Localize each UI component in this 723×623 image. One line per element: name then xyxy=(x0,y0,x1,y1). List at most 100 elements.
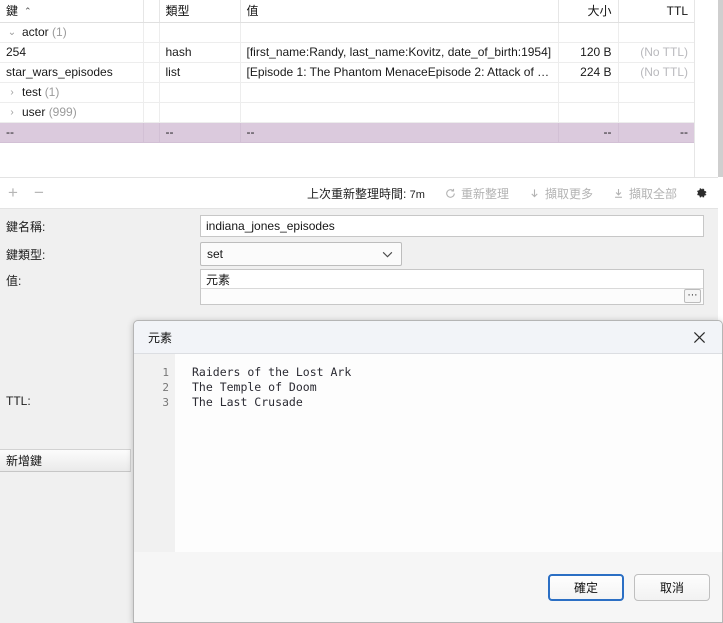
open-elements-editor-button[interactable]: ⋯ xyxy=(684,289,701,303)
row-key-cell[interactable]: 254 xyxy=(0,42,144,63)
row-key-count: (999) xyxy=(48,105,77,119)
column-header-size-label: 大小 xyxy=(587,4,612,19)
key-type-label: 鍵類型: xyxy=(6,247,46,262)
dialog-title: 元素 xyxy=(148,330,173,345)
row-type-cell xyxy=(159,22,241,43)
table-vertical-scrollbar[interactable] xyxy=(718,0,723,177)
column-header-ttl[interactable]: TTL xyxy=(618,0,694,23)
column-header-ttl-label: TTL xyxy=(666,3,688,18)
close-icon[interactable] xyxy=(688,326,710,348)
dialog-titlebar: 元素 xyxy=(134,321,722,354)
row-size-cell: -- xyxy=(558,122,619,143)
value-elements-header: 元素 xyxy=(201,270,703,289)
last-refresh-value: 7m xyxy=(409,188,425,201)
row-type-cell xyxy=(159,102,241,123)
table-row[interactable]: › user (999) xyxy=(0,102,694,123)
column-header-key[interactable]: 鍵 ⌃ xyxy=(0,0,144,23)
sort-ascending-icon: ⌃ xyxy=(24,6,32,17)
tree-expander-icon[interactable]: ⌄ xyxy=(6,27,18,38)
editor-code-area[interactable]: Raiders of the Lost Ark The Temple of Do… xyxy=(175,354,722,585)
line-number: 1 xyxy=(162,366,169,379)
row-value-cell: [first_name:Randy, last_name:Kovitz, dat… xyxy=(240,42,559,63)
key-table-header: 鍵 ⌃ 類型 值 大小 TTL xyxy=(0,0,694,23)
row-size-cell: 224 B xyxy=(558,62,619,83)
key-type-row: 鍵類型: set xyxy=(0,242,718,266)
key-name-row: 鍵名稱: indiana_jones_episodes xyxy=(0,215,718,237)
row-key-label: test xyxy=(22,85,42,99)
key-table-body: ⌄ actor (1) 254 hash [first_name:Randy, l… xyxy=(0,22,694,143)
row-key-cell[interactable]: -- xyxy=(0,122,144,143)
editor-line: Raiders of the Lost Ark xyxy=(192,365,352,379)
row-key-cell[interactable]: star_wars_episodes xyxy=(0,62,144,83)
column-header-spacer xyxy=(143,0,160,23)
row-key-cell[interactable]: ⌄ actor (1) xyxy=(0,22,144,43)
fetch-all-label: 擷取全部 xyxy=(628,186,677,201)
add-key-button[interactable]: 新增鍵 xyxy=(0,449,131,472)
tree-expander-icon[interactable]: › xyxy=(6,87,18,98)
key-type-select[interactable]: set xyxy=(200,242,402,266)
app-root: 鍵 ⌃ 類型 值 大小 TTL ⌄ actor (1) 254 hash [fi… xyxy=(0,0,723,623)
key-table: 鍵 ⌃ 類型 值 大小 TTL ⌄ actor (1) 254 hash [fi… xyxy=(0,0,694,143)
chevron-down-icon xyxy=(382,247,393,261)
row-spacer-cell xyxy=(143,102,160,123)
gear-icon xyxy=(697,187,707,197)
tree-expander-icon[interactable]: › xyxy=(6,107,18,118)
ok-button[interactable]: 確定 xyxy=(548,573,624,601)
row-key-cell[interactable]: › test (1) xyxy=(0,82,144,103)
fetch-all-button[interactable]: 擷取全部 xyxy=(613,185,677,202)
editor-line: The Last Crusade xyxy=(192,395,303,409)
table-row[interactable]: 254 hash [first_name:Randy, last_name:Ko… xyxy=(0,42,694,63)
row-ttl-cell xyxy=(618,82,694,103)
elements-editor-dialog: 元素 1 2 3 Raiders of the Lost Ark The Tem… xyxy=(133,320,723,623)
arrow-down-to-bar-icon xyxy=(613,188,624,199)
cancel-button[interactable]: 取消 xyxy=(634,573,710,601)
key-name-label: 鍵名稱: xyxy=(6,219,46,234)
add-key-icon-button[interactable]: + xyxy=(0,180,26,206)
dialog-footer: 確定 取消 xyxy=(134,552,722,622)
key-table-region: 鍵 ⌃ 類型 值 大小 TTL ⌄ actor (1) 254 hash [fi… xyxy=(0,0,718,177)
row-size-cell xyxy=(558,102,619,123)
line-number: 2 xyxy=(162,381,169,394)
row-key-label: star_wars_episodes xyxy=(6,65,113,79)
row-type-cell: hash xyxy=(159,42,241,63)
column-header-value[interactable]: 值 xyxy=(240,0,559,23)
row-spacer-cell xyxy=(143,122,160,143)
key-toolbar: + − 上次重新整理時間: 7m 重新整理 擷取更多 擷取全部 xyxy=(0,177,718,209)
refresh-label: 重新整理 xyxy=(460,186,509,201)
row-ttl-cell: (No TTL) xyxy=(618,42,694,63)
row-value-cell xyxy=(240,82,559,103)
key-name-input[interactable]: indiana_jones_episodes xyxy=(200,215,704,237)
row-key-count: (1) xyxy=(52,25,67,39)
column-header-type[interactable]: 類型 xyxy=(159,0,241,23)
bottom-left-fill xyxy=(0,472,131,623)
row-type-cell: -- xyxy=(159,122,241,143)
settings-gear-button[interactable] xyxy=(695,187,708,200)
table-row[interactable]: ⌄ actor (1) xyxy=(0,22,694,43)
row-ttl-cell xyxy=(618,22,694,43)
column-header-size[interactable]: 大小 xyxy=(558,0,619,23)
value-label: 值: xyxy=(6,274,22,288)
editor-line-number-gutter: 1 2 3 xyxy=(134,354,175,585)
column-header-type-label: 類型 xyxy=(165,4,190,19)
line-number: 3 xyxy=(162,396,169,409)
remove-key-icon-button[interactable]: − xyxy=(26,180,52,206)
table-row-selected[interactable]: -- -- -- -- -- xyxy=(0,122,694,143)
row-size-cell xyxy=(558,82,619,103)
table-row[interactable]: › test (1) xyxy=(0,82,694,103)
table-row[interactable]: star_wars_episodes list [Episode 1: The … xyxy=(0,62,694,83)
table-right-gutter xyxy=(694,0,718,177)
key-type-value: set xyxy=(207,247,224,261)
refresh-button[interactable]: 重新整理 xyxy=(445,185,509,202)
row-ttl-cell: (No TTL) xyxy=(618,62,694,83)
row-size-cell: 120 B xyxy=(558,42,619,63)
value-elements-box: 元素 ⋯ xyxy=(200,269,704,305)
row-key-label: user xyxy=(22,105,46,119)
row-value-cell xyxy=(240,22,559,43)
arrow-down-icon xyxy=(529,188,540,199)
row-ttl-cell: -- xyxy=(618,122,694,143)
value-elements-body[interactable]: ⋯ xyxy=(201,289,703,304)
row-key-cell[interactable]: › user (999) xyxy=(0,102,144,123)
row-type-cell xyxy=(159,82,241,103)
fetch-more-button[interactable]: 擷取更多 xyxy=(529,185,593,202)
fetch-more-label: 擷取更多 xyxy=(544,186,593,201)
